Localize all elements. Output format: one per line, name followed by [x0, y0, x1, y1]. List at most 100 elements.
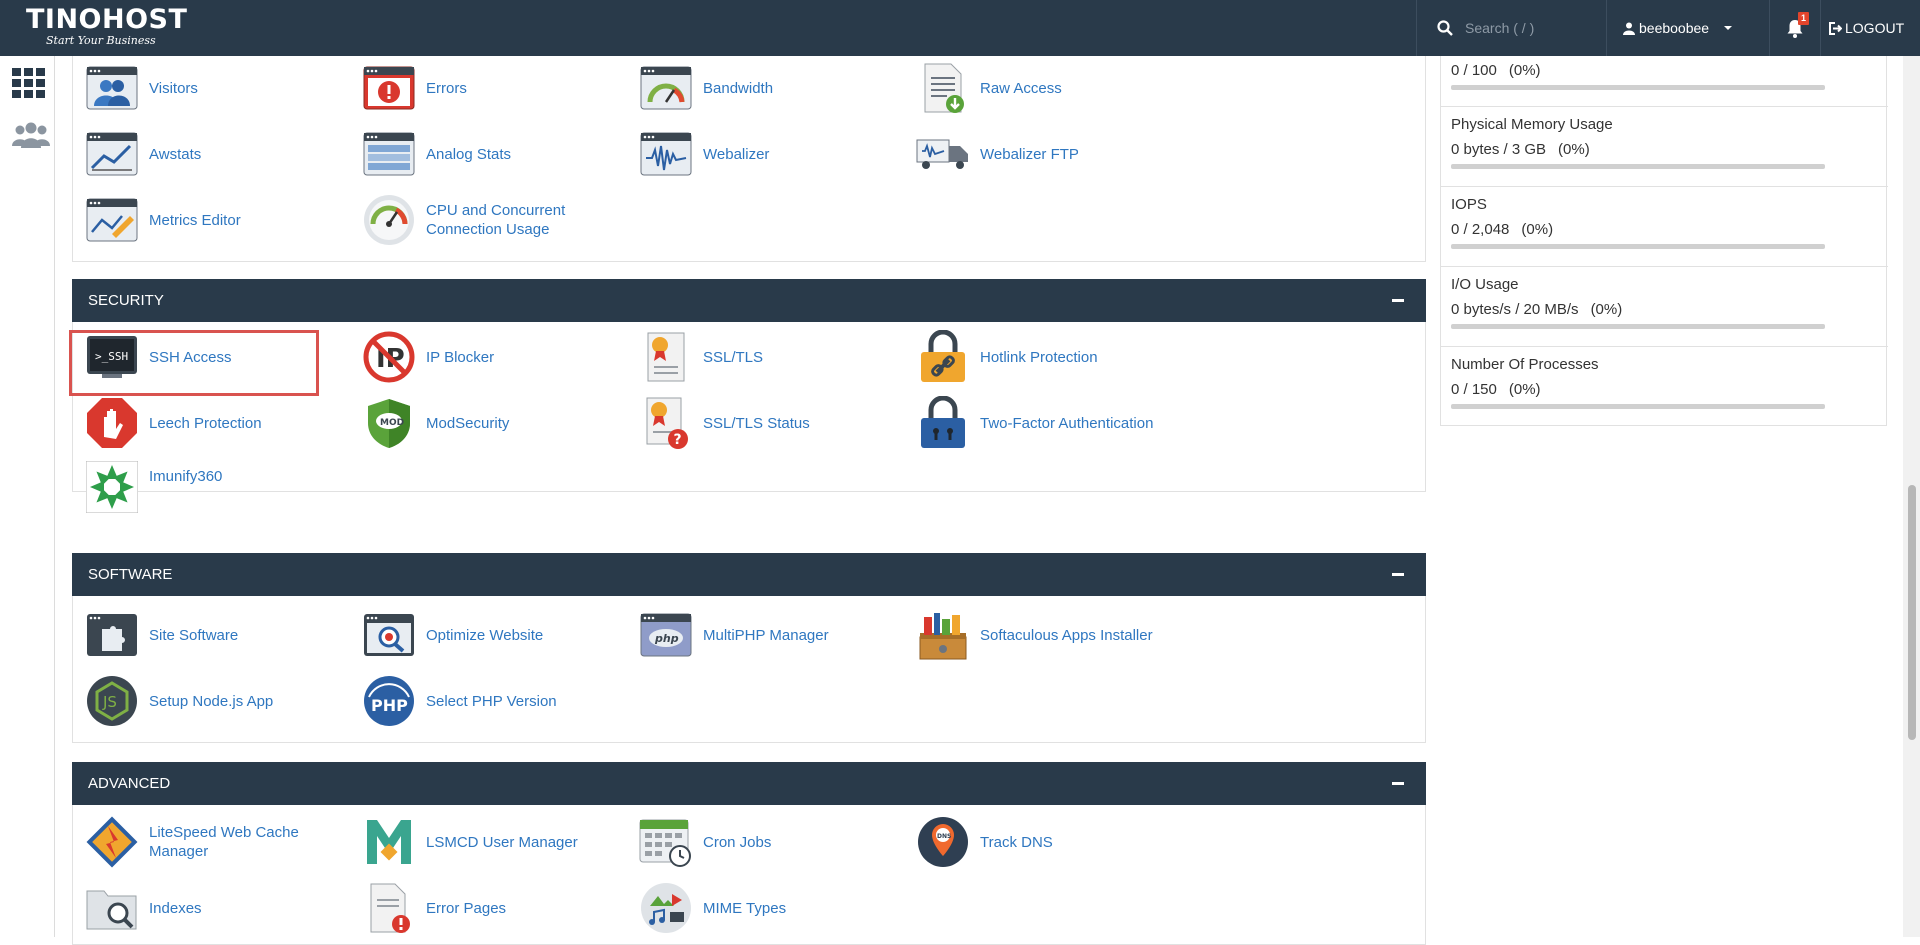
tool-setup-nodejs[interactable]: JS Setup Node.js App: [85, 673, 355, 729]
tool-track-dns[interactable]: DNS Track DNS: [916, 814, 1186, 870]
tool-ssl-tls-status[interactable]: ? SSL/TLS Status: [639, 395, 909, 451]
tool-hotlink-protection[interactable]: Hotlink Protection: [916, 329, 1186, 385]
tool-cpu-usage[interactable]: CPU and Concurrent Connection Usage: [362, 192, 632, 248]
tool-webalizer-ftp[interactable]: Webalizer FTP: [916, 126, 1186, 182]
tool-label: Softaculous Apps Installer: [980, 626, 1153, 644]
litespeed-icon: [86, 816, 138, 868]
top-bar: TINOHOST Start Your Business beeboobee 1…: [0, 0, 1920, 56]
tool-errors[interactable]: Errors: [362, 60, 632, 116]
tool-indexes[interactable]: Indexes: [85, 880, 355, 936]
grid-icon[interactable]: [12, 68, 46, 98]
tool-ip-blocker[interactable]: IP IP Blocker: [362, 329, 632, 385]
stat-value: 0 / 2,048 (0%): [1451, 221, 1554, 238]
tool-visitors[interactable]: Visitors: [85, 60, 355, 116]
tool-label: ModSecurity: [426, 414, 510, 432]
tool-label: Select PHP Version: [426, 692, 557, 710]
tool-label: Track DNS: [980, 833, 1053, 851]
tool-raw-access[interactable]: Raw Access: [916, 60, 1186, 116]
analog-stats-icon: [363, 132, 415, 176]
toolbox-icon: [919, 613, 967, 660]
tool-mime-types[interactable]: MIME Types: [639, 880, 909, 936]
php-window-icon: php: [640, 613, 692, 657]
tool-label: MIME Types: [703, 899, 787, 917]
stat-label: Number Of Processes: [1451, 356, 1599, 373]
tool-metrics-editor[interactable]: Metrics Editor: [85, 192, 355, 248]
nodejs-icon: JS: [87, 676, 137, 726]
stat-label: I/O Usage: [1451, 276, 1519, 293]
certificate-icon: [647, 332, 685, 382]
stat-item: Number Of Processes 0 / 150 (0%): [1441, 347, 1888, 426]
stat-progress-bar: [1451, 324, 1825, 329]
tool-label: Webalizer FTP: [980, 145, 1079, 163]
awstats-icon: [86, 132, 138, 176]
tool-litespeed-cache[interactable]: LiteSpeed Web Cache Manager: [85, 814, 355, 870]
section-title: SOFTWARE: [88, 566, 173, 583]
raw-access-icon: [924, 63, 964, 113]
tool-imunify360[interactable]: Imunify360: [85, 461, 355, 513]
brand-name: TINOHOST: [26, 4, 188, 35]
page-scrollbar[interactable]: [1903, 56, 1920, 937]
metrics-editor-icon: [86, 198, 138, 242]
stop-hand-icon: [87, 398, 137, 448]
tool-label: Bandwidth: [703, 79, 774, 97]
tool-label: Imunify360: [149, 467, 223, 485]
collapse-icon[interactable]: [1392, 573, 1404, 576]
svg-text:JS: JS: [102, 693, 117, 711]
tool-awstats[interactable]: Awstats: [85, 126, 355, 182]
logout-button[interactable]: LOGOUT: [1822, 0, 1920, 56]
stat-label: Physical Memory Usage: [1451, 116, 1613, 133]
scrollbar-thumb[interactable]: [1908, 485, 1916, 740]
stat-value: 0 bytes / 3 GB (0%): [1451, 141, 1590, 158]
section-title: SECURITY: [88, 292, 164, 309]
username: beeboobee: [1639, 20, 1710, 36]
security-section-header[interactable]: SECURITY: [72, 279, 1426, 322]
collapse-icon[interactable]: [1392, 782, 1404, 785]
stat-value: 0 bytes/s / 20 MB/s (0%): [1451, 301, 1623, 318]
tool-label: CPU and Concurrent Connection Usage: [426, 202, 566, 238]
stat-item: IOPS 0 / 2,048 (0%): [1441, 187, 1888, 267]
tool-label: LiteSpeed Web Cache Manager: [149, 824, 299, 860]
tool-label: LSMCD User Manager: [426, 833, 578, 851]
tool-modsecurity[interactable]: MOD ModSecurity: [362, 395, 632, 451]
tool-label: SSL/TLS: [703, 348, 764, 366]
tool-analog-stats[interactable]: Analog Stats: [362, 126, 632, 182]
tool-ssl-tls[interactable]: SSL/TLS: [639, 329, 909, 385]
tool-bandwidth[interactable]: Bandwidth: [639, 60, 909, 116]
tool-label: Site Software: [149, 626, 239, 644]
collapse-icon[interactable]: [1392, 299, 1404, 302]
search-box[interactable]: [1416, 0, 1606, 56]
visitors-icon: [86, 66, 138, 110]
svg-text:DNS: DNS: [937, 833, 951, 840]
search-input[interactable]: [1465, 20, 1605, 36]
tool-error-pages[interactable]: Error Pages: [362, 880, 632, 936]
tool-optimize-website[interactable]: Optimize Website: [362, 607, 632, 663]
bandwidth-icon: [640, 66, 692, 110]
tool-leech-protection[interactable]: Leech Protection: [85, 395, 355, 451]
tool-select-php-version[interactable]: PHP Select PHP Version: [362, 673, 632, 729]
advanced-section-header[interactable]: ADVANCED: [72, 762, 1426, 805]
tool-label: Webalizer: [703, 145, 770, 163]
tool-cron-jobs[interactable]: Cron Jobs: [639, 814, 909, 870]
gauge-icon: [364, 195, 414, 245]
puzzle-icon: [87, 614, 137, 656]
ssh-access-highlight: [69, 330, 319, 396]
logout-icon: [1829, 21, 1842, 35]
tool-lsmcd-user-manager[interactable]: LSMCD User Manager: [362, 814, 632, 870]
tool-softaculous[interactable]: Softaculous Apps Installer: [916, 607, 1186, 663]
notifications-button[interactable]: 1: [1769, 0, 1821, 56]
notification-badge: 1: [1798, 12, 1809, 25]
logout-label: LOGOUT: [1845, 20, 1905, 36]
tool-webalizer[interactable]: Webalizer: [639, 126, 909, 182]
dns-pin-icon: DNS: [918, 817, 968, 867]
tool-multiphp-manager[interactable]: php MultiPHP Manager: [639, 607, 909, 663]
user-menu[interactable]: beeboobee: [1606, 0, 1769, 56]
logo[interactable]: TINOHOST Start Your Business: [26, 4, 188, 51]
brand-tagline: Start Your Business: [46, 34, 156, 47]
software-section-header[interactable]: SOFTWARE: [72, 553, 1426, 596]
stat-value: 0 / 150 (0%): [1451, 381, 1541, 398]
advanced-panel: LiteSpeed Web Cache Manager LSMCD User M…: [72, 805, 1426, 945]
tool-two-factor[interactable]: Two-Factor Authentication: [916, 395, 1186, 451]
tool-site-software[interactable]: Site Software: [85, 607, 355, 663]
tool-label: MultiPHP Manager: [703, 626, 829, 644]
users-icon[interactable]: [12, 122, 50, 148]
